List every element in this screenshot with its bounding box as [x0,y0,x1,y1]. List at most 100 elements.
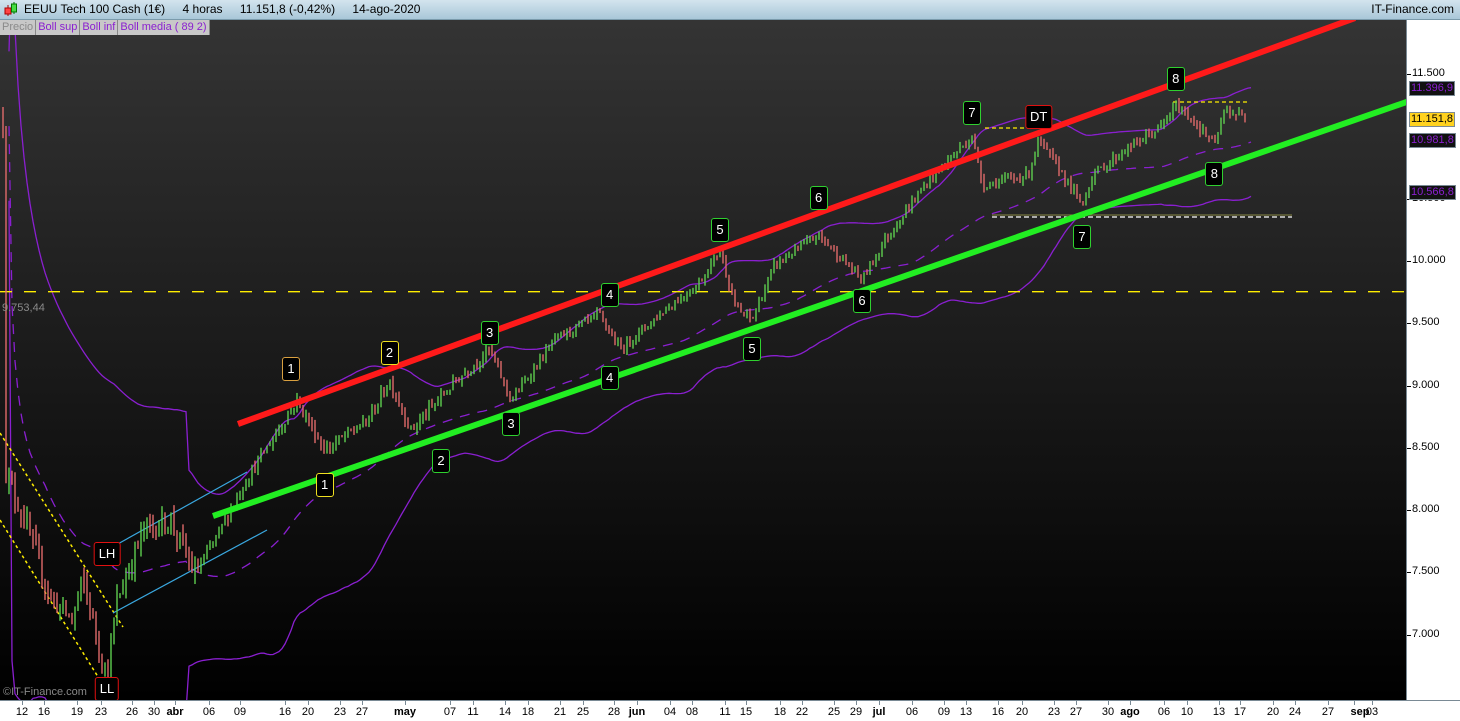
x-tick-label: 16 [991,706,1005,718]
legend-boll-media[interactable]: Boll media ( 89 2) [118,20,210,35]
x-tick-label: 14 [498,706,512,718]
x-tick-mark [966,701,967,705]
x-tick-label: 11 [467,706,479,718]
price-change: 11.151,8 (-0,42%) [239,2,336,16]
x-tick-mark [1022,701,1023,705]
x-tick-mark [528,701,529,705]
chart-plot-area[interactable]: 9.753,44 LH LL 1 2 3 4 5 6 7 DT 8 1 2 3 4 5 6 7 8 [0,20,1406,702]
x-tick-label: 04 [663,706,677,718]
annotation-tag: 8 [1205,161,1224,186]
x-tick-label: 09 [937,706,951,718]
y-tick-label: 10.000 [1407,254,1446,266]
annotation-tag: 4 [600,282,619,307]
x-tick-mark [944,701,945,705]
x-tick-label: 30 [147,706,161,718]
x-tick-mark [560,701,561,705]
x-tick-label: 06 [1157,706,1171,718]
annotation-tag: 6 [853,288,871,313]
annotation-tag: 1 [282,357,300,382]
x-tick-label: 13 [1212,706,1226,718]
x-tick-label: 16 [278,706,292,718]
x-tick-label: 06 [202,706,216,718]
x-tick-label: 23 [333,706,347,718]
x-tick-mark [637,701,638,705]
y-tick-label: 9.000 [1407,378,1440,391]
x-tick-mark [670,701,671,705]
x-tick-label: 29 [849,706,863,718]
x-tick-mark [308,701,309,705]
bollinger-middle-band [8,126,1252,578]
annotation-tag: 7 [1073,225,1091,250]
x-tick-mark [1219,701,1220,705]
boll-inf-value-box: 10.566,8 [1409,185,1456,200]
x-tick-mark [175,701,176,705]
boll-media-value-box: 10.981,8 [1409,133,1456,148]
price-axis[interactable]: 11.50010.50010.0009.5009.0008.5008.0007.… [1406,20,1460,700]
x-tick-label: 20 [1266,706,1280,718]
x-tick-label: 23 [94,706,108,718]
x-tick-label: jul [872,706,886,718]
x-tick-label: 08 [685,706,699,718]
x-tick-label: 27 [355,706,369,718]
price-chart [0,20,1406,700]
x-tick-mark [879,701,880,705]
bollinger-lower-band [8,195,1252,700]
legend-boll-sup[interactable]: Boll sup [36,20,81,35]
x-tick-mark [1372,701,1373,705]
annotation-tag: 3 [502,412,520,437]
x-tick-label: 25 [576,706,590,718]
x-tick-mark [450,701,451,705]
x-tick-mark [998,701,999,705]
x-tick-mark [132,701,133,705]
annotation-tag: 1 [315,473,334,498]
x-tick-mark [154,701,155,705]
candlestick-logo-icon [4,2,17,16]
x-tick-mark [1240,701,1241,705]
copyright: ©IT-Finance.com [3,686,87,698]
legend-precio[interactable]: Precio [0,20,37,35]
x-tick-label: 16 [37,706,51,718]
x-tick-label: 24 [1288,706,1302,718]
y-tick-label: 8.000 [1407,503,1440,515]
x-tick-mark [1076,701,1077,705]
x-tick-label: 28 [607,706,621,718]
title-bar: EEUU Tech 100 Cash (1€) 4 horas 11.151,8… [0,0,1460,20]
x-tick-mark [614,701,615,705]
x-tick-mark [473,701,474,705]
legend-boll-inf[interactable]: Boll inf [80,20,119,35]
x-tick-label: 06 [905,706,919,718]
x-tick-label: 09 [233,706,247,718]
x-tick-label: 25 [827,706,841,718]
x-tick-mark [405,701,406,705]
x-tick-label: 26 [125,706,139,718]
x-tick-label: 20 [301,706,315,718]
x-tick-mark [1054,701,1055,705]
legend-bar: Precio Boll sup Boll inf Boll media ( 89… [0,20,210,35]
y-tick-label: 7.500 [1407,565,1440,578]
x-tick-mark [340,701,341,705]
x-tick-mark [1273,701,1274,705]
annotation-tag: 6 [809,185,828,210]
x-tick-mark [77,701,78,705]
x-tick-label: 07 [443,706,457,718]
x-tick-mark [834,701,835,705]
annotation-tag: LL [94,677,120,702]
x-tick-mark [856,701,857,705]
flag-channel-lower [112,529,268,614]
downtrend-channel-upper [0,432,124,628]
x-tick-mark [362,701,363,705]
x-tick-mark [505,701,506,705]
instrument-name: EEUU Tech 100 Cash (1€) [24,2,166,16]
x-tick-mark [1328,701,1329,705]
resistance-trendline [236,20,1357,427]
x-tick-label: 17 [1233,706,1247,718]
annotation-tag: 2 [380,341,399,366]
x-tick-mark [101,701,102,705]
x-tick-label: 15 [739,706,753,718]
x-tick-mark [802,701,803,705]
time-axis[interactable]: 12 16 19 23 26 30 abr 06 09 16 20 23 27 may 07 11 14 18 21… [0,700,1460,721]
x-tick-mark [1187,701,1188,705]
x-tick-mark [692,701,693,705]
annotation-tag: LH [93,541,121,566]
x-tick-mark [1295,701,1296,705]
